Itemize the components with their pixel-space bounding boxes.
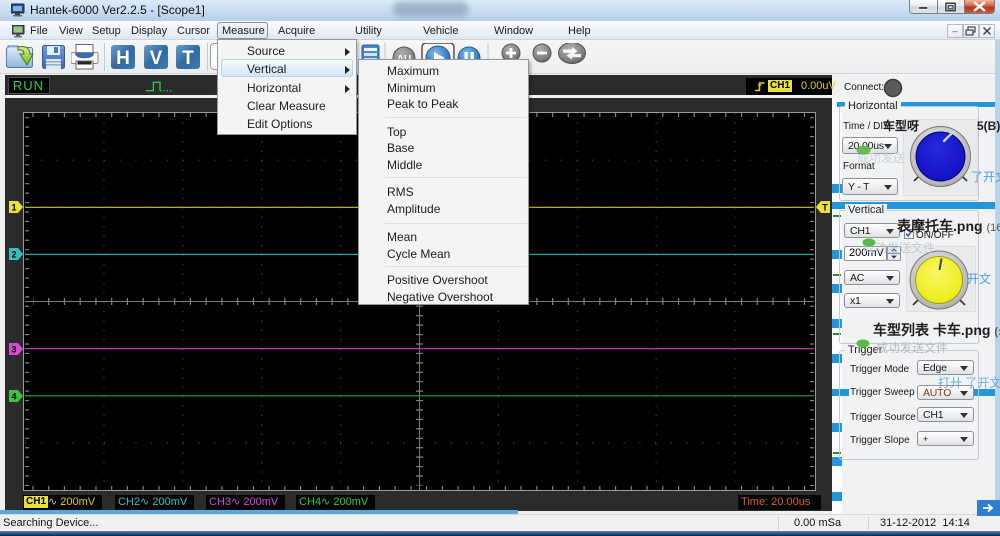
svg-text:H: H [116,48,130,69]
svg-text:1: 1 [11,203,16,213]
svg-text:3: 3 [11,345,16,355]
svg-text:T: T [182,48,194,69]
svg-text:4: 4 [11,392,16,402]
svg-text:T: T [822,203,828,213]
svg-text:2: 2 [11,250,16,260]
svg-text:V: V [150,48,163,69]
